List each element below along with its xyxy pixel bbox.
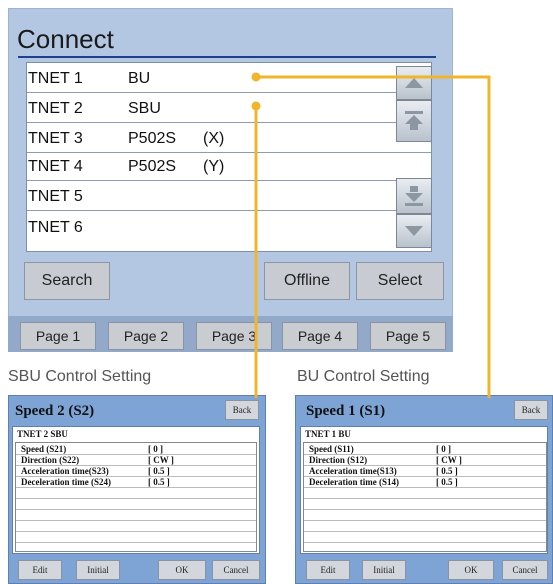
page-1-button[interactable]: Page 1 <box>20 322 96 350</box>
list-item-tnet4[interactable]: TNET 4 P502S (Y) <box>28 152 394 180</box>
setting-value: [ CW ] <box>436 455 462 465</box>
sbu-settings-header: TNET 2 SBU <box>17 429 68 439</box>
device-label: P502S <box>128 158 177 175</box>
sbu-caption: SBU Control Setting <box>8 368 152 385</box>
table-row <box>16 521 256 532</box>
page-down-button[interactable] <box>396 178 432 214</box>
setting-value: [ 0.5 ] <box>436 466 458 476</box>
sbu-ok-button[interactable]: OK <box>158 560 206 580</box>
device-label: BU <box>128 70 151 87</box>
page-5-button[interactable]: Page 5 <box>370 322 446 350</box>
row-divider <box>27 180 431 181</box>
list-item-tnet3[interactable]: TNET 3 P502S (X) <box>28 124 394 152</box>
net-label: TNET 6 <box>28 219 83 236</box>
table-row[interactable]: Direction (S12) [ CW ] <box>304 455 546 466</box>
row-divider <box>27 210 431 211</box>
table-row <box>304 488 546 499</box>
setting-value: [ 0 ] <box>148 444 163 454</box>
select-button[interactable]: Select <box>356 262 444 300</box>
table-row[interactable]: Direction (S22) [ CW ] <box>16 455 256 466</box>
setting-value: [ CW ] <box>148 455 174 465</box>
page-up-icon <box>405 111 423 130</box>
table-row <box>304 510 546 521</box>
device-label: P502S <box>128 130 177 147</box>
page-4-button[interactable]: Page 4 <box>282 322 358 350</box>
table-row[interactable]: Speed (S21) [ 0 ] <box>16 444 256 455</box>
net-label: TNET 5 <box>28 188 83 205</box>
title-divider <box>18 56 436 58</box>
page-up-button[interactable] <box>396 100 432 142</box>
setting-name: Deceleration time (S14) <box>309 477 399 487</box>
table-row[interactable]: Deceleration time (S24) [ 0.5 ] <box>16 477 256 488</box>
offline-button[interactable]: Offline <box>264 262 350 300</box>
page-2-button[interactable]: Page 2 <box>108 322 184 350</box>
net-label: TNET 2 <box>28 100 83 117</box>
table-row <box>304 499 546 510</box>
page-down-icon <box>405 186 423 206</box>
bu-ok-button[interactable]: OK <box>448 560 494 580</box>
sbu-window-title: Speed 2 (S2) <box>15 403 95 419</box>
table-row <box>16 510 256 521</box>
sbu-cancel-button[interactable]: Cancel <box>212 560 260 580</box>
scroll-up-icon <box>405 78 423 88</box>
axis-label: (X) <box>203 130 225 147</box>
setting-name: Speed (S11) <box>309 444 354 454</box>
setting-name: Speed (S21) <box>21 444 67 454</box>
bu-edit-button[interactable]: Edit <box>306 560 350 580</box>
scroll-down-icon <box>405 226 423 236</box>
bu-back-button[interactable]: Back <box>514 400 548 420</box>
table-row[interactable]: Speed (S11) [ 0 ] <box>304 444 546 455</box>
list-item-tnet2[interactable]: TNET 2 SBU <box>28 94 394 122</box>
sbu-settings-table: Speed (S21) [ 0 ] Direction (S22) [ CW ] A… <box>15 442 257 552</box>
page-3-button[interactable]: Page 3 <box>196 322 272 350</box>
setting-name: Acceleration time(S23) <box>21 466 109 476</box>
sbu-initial-button[interactable]: Initial <box>76 560 120 580</box>
table-row <box>16 499 256 510</box>
setting-value: [ 0 ] <box>436 444 451 454</box>
search-button[interactable]: Search <box>24 262 110 300</box>
setting-value: [ 0.5 ] <box>148 477 170 487</box>
table-row <box>304 521 546 532</box>
scroll-down-button[interactable] <box>396 214 432 248</box>
net-label: TNET 3 <box>28 130 83 147</box>
device-label: SBU <box>128 100 161 117</box>
bu-settings-table: Speed (S11) [ 0 ] Direction (S12) [ CW ] A… <box>303 442 547 552</box>
setting-name: Direction (S12) <box>309 455 368 465</box>
setting-value: [ 0.5 ] <box>148 466 170 476</box>
list-item-tnet5[interactable]: TNET 5 <box>28 182 394 210</box>
sbu-edit-button[interactable]: Edit <box>18 560 62 580</box>
table-row[interactable]: Acceleration time(S13) [ 0.5 ] <box>304 466 546 477</box>
list-item-tnet6[interactable]: TNET 6 <box>28 213 394 241</box>
bu-window-title: Speed 1 (S1) <box>306 403 386 419</box>
list-item-tnet1[interactable]: TNET 1 BU <box>28 64 394 92</box>
axis-label: (Y) <box>203 158 225 175</box>
table-row <box>304 532 546 543</box>
setting-name: Direction (S22) <box>21 455 80 465</box>
net-label: TNET 1 <box>28 70 83 87</box>
setting-name: Deceleration time (S24) <box>21 477 111 487</box>
table-row <box>16 488 256 499</box>
row-divider <box>27 92 431 93</box>
connect-title: Connect <box>17 24 114 54</box>
scroll-up-button[interactable] <box>396 66 432 100</box>
bu-cancel-button[interactable]: Cancel <box>502 560 548 580</box>
setting-value: [ 0.5 ] <box>436 477 458 487</box>
table-row[interactable]: Deceleration time (S14) [ 0.5 ] <box>304 477 546 488</box>
net-label: TNET 4 <box>28 158 83 175</box>
sbu-back-button[interactable]: Back <box>225 400 259 420</box>
setting-name: Acceleration time(S13) <box>309 466 397 476</box>
bu-caption: BU Control Setting <box>297 368 430 385</box>
bu-settings-header: TNET 1 BU <box>305 429 351 439</box>
table-row <box>16 532 256 543</box>
bu-initial-button[interactable]: Initial <box>362 560 406 580</box>
table-row[interactable]: Acceleration time(S23) [ 0.5 ] <box>16 466 256 477</box>
row-divider <box>27 122 431 123</box>
